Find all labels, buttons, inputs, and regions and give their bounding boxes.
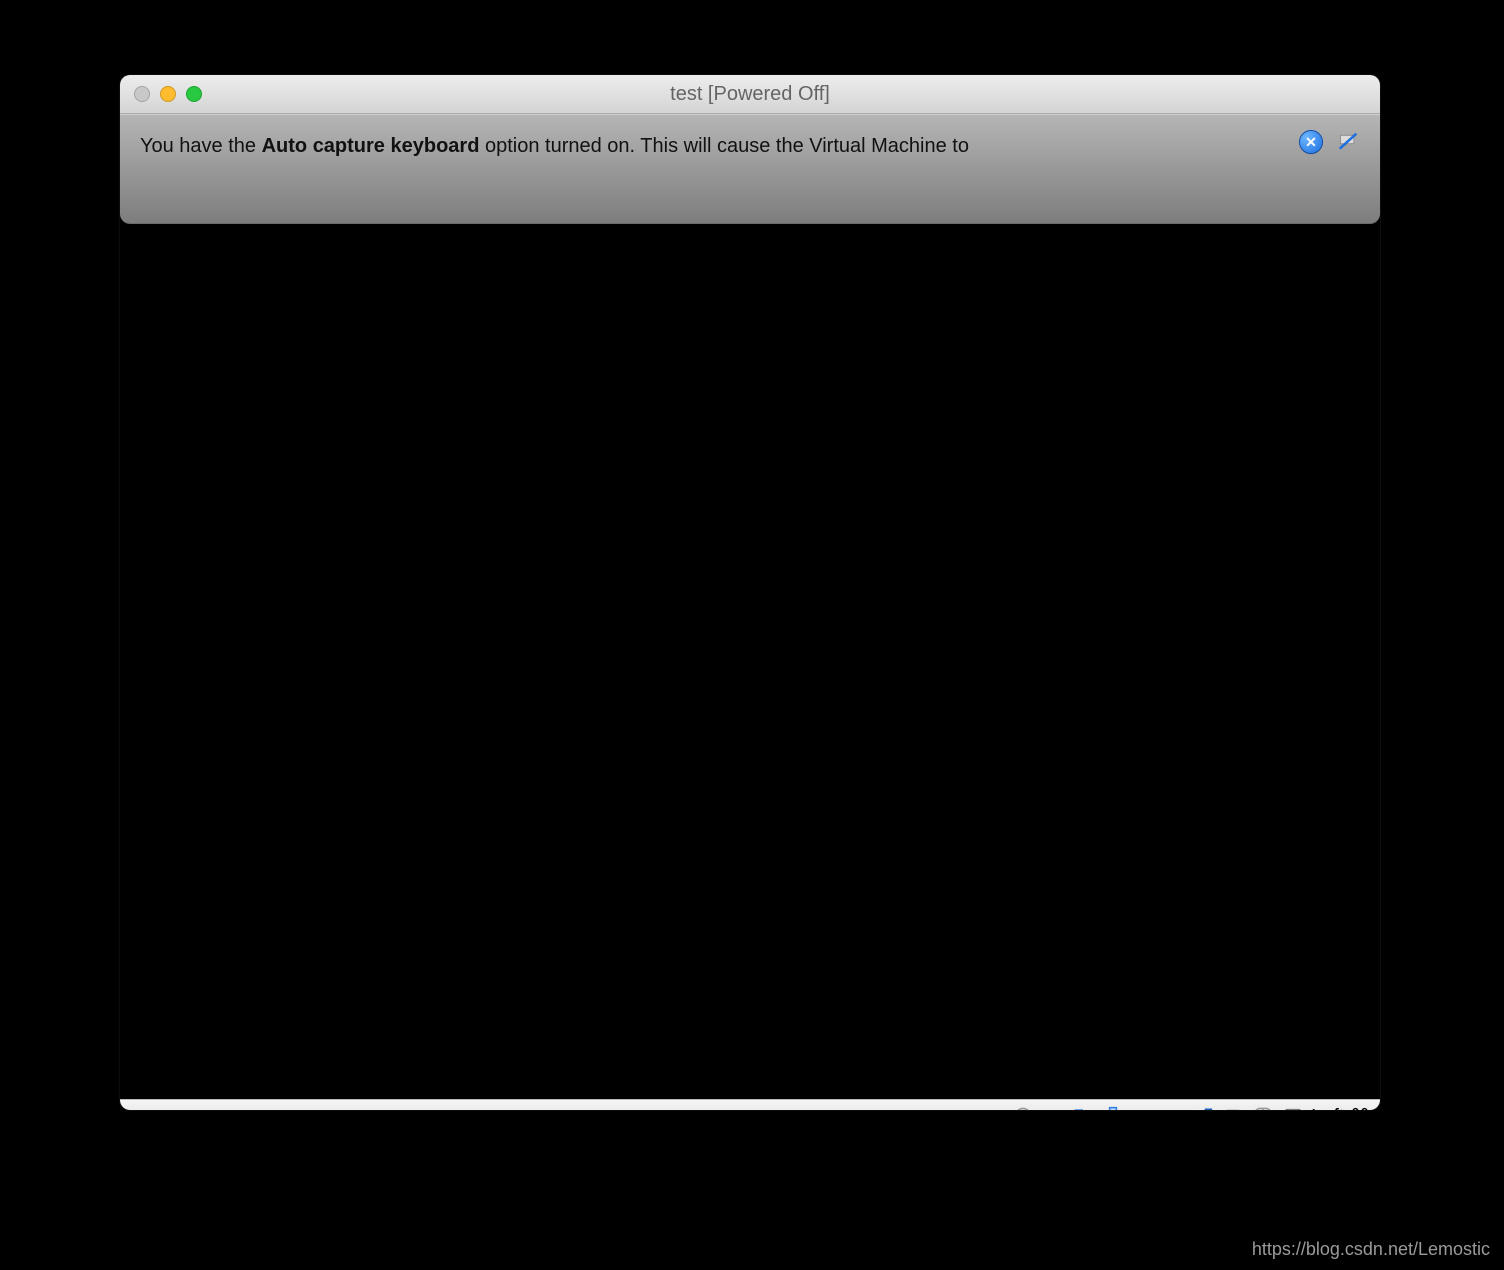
notification-suppress-button[interactable] — [1336, 131, 1360, 153]
mouse-integration-icon[interactable] — [1251, 1105, 1275, 1110]
notification-text-bold: Auto capture keyboard — [262, 135, 480, 157]
window-traffic-lights — [134, 86, 202, 102]
notification-text-prefix: You have the — [140, 135, 262, 157]
notification-dismiss-button[interactable]: ✕ — [1300, 131, 1322, 153]
vm-window: test [Powered Off] You have the Auto cap… — [120, 75, 1380, 1110]
notification-text-suffix: option turned on. This will cause the Vi… — [479, 135, 969, 157]
vm-display-area[interactable] — [120, 224, 1380, 1099]
network-icon[interactable] — [1071, 1105, 1095, 1110]
display-icon[interactable] — [1161, 1105, 1185, 1110]
shared-folder-icon[interactable] — [1131, 1105, 1155, 1110]
host-key-label: Left ⌘ — [1311, 1104, 1370, 1111]
watermark: https://blog.csdn.net/Lemostic — [1252, 1239, 1490, 1260]
speech-bubble-mute-icon — [1337, 132, 1359, 152]
usb-icon[interactable] — [1101, 1105, 1125, 1110]
window-zoom-button[interactable] — [186, 86, 202, 102]
close-icon: ✕ — [1305, 134, 1317, 151]
titlebar[interactable]: test [Powered Off] — [120, 75, 1380, 114]
notification-actions: ✕ — [1300, 131, 1360, 153]
window-title: test [Powered Off] — [120, 83, 1380, 106]
video-capture-icon[interactable] — [1191, 1105, 1215, 1110]
hard-disk-icon[interactable] — [1041, 1105, 1065, 1110]
window-close-button[interactable] — [134, 86, 150, 102]
cpu-icon[interactable]: U — [1221, 1105, 1245, 1110]
window-minimize-button[interactable] — [160, 86, 176, 102]
notification-message: You have the Auto capture keyboard optio… — [140, 135, 1300, 158]
optical-drive-icon[interactable] — [1011, 1105, 1035, 1110]
keyboard-capture-icon[interactable] — [1281, 1105, 1305, 1110]
notification-bar: You have the Auto capture keyboard optio… — [120, 114, 1380, 224]
host-key-indicator: Left ⌘ — [1311, 1104, 1370, 1111]
status-bar: U Left ⌘ — [120, 1099, 1380, 1110]
